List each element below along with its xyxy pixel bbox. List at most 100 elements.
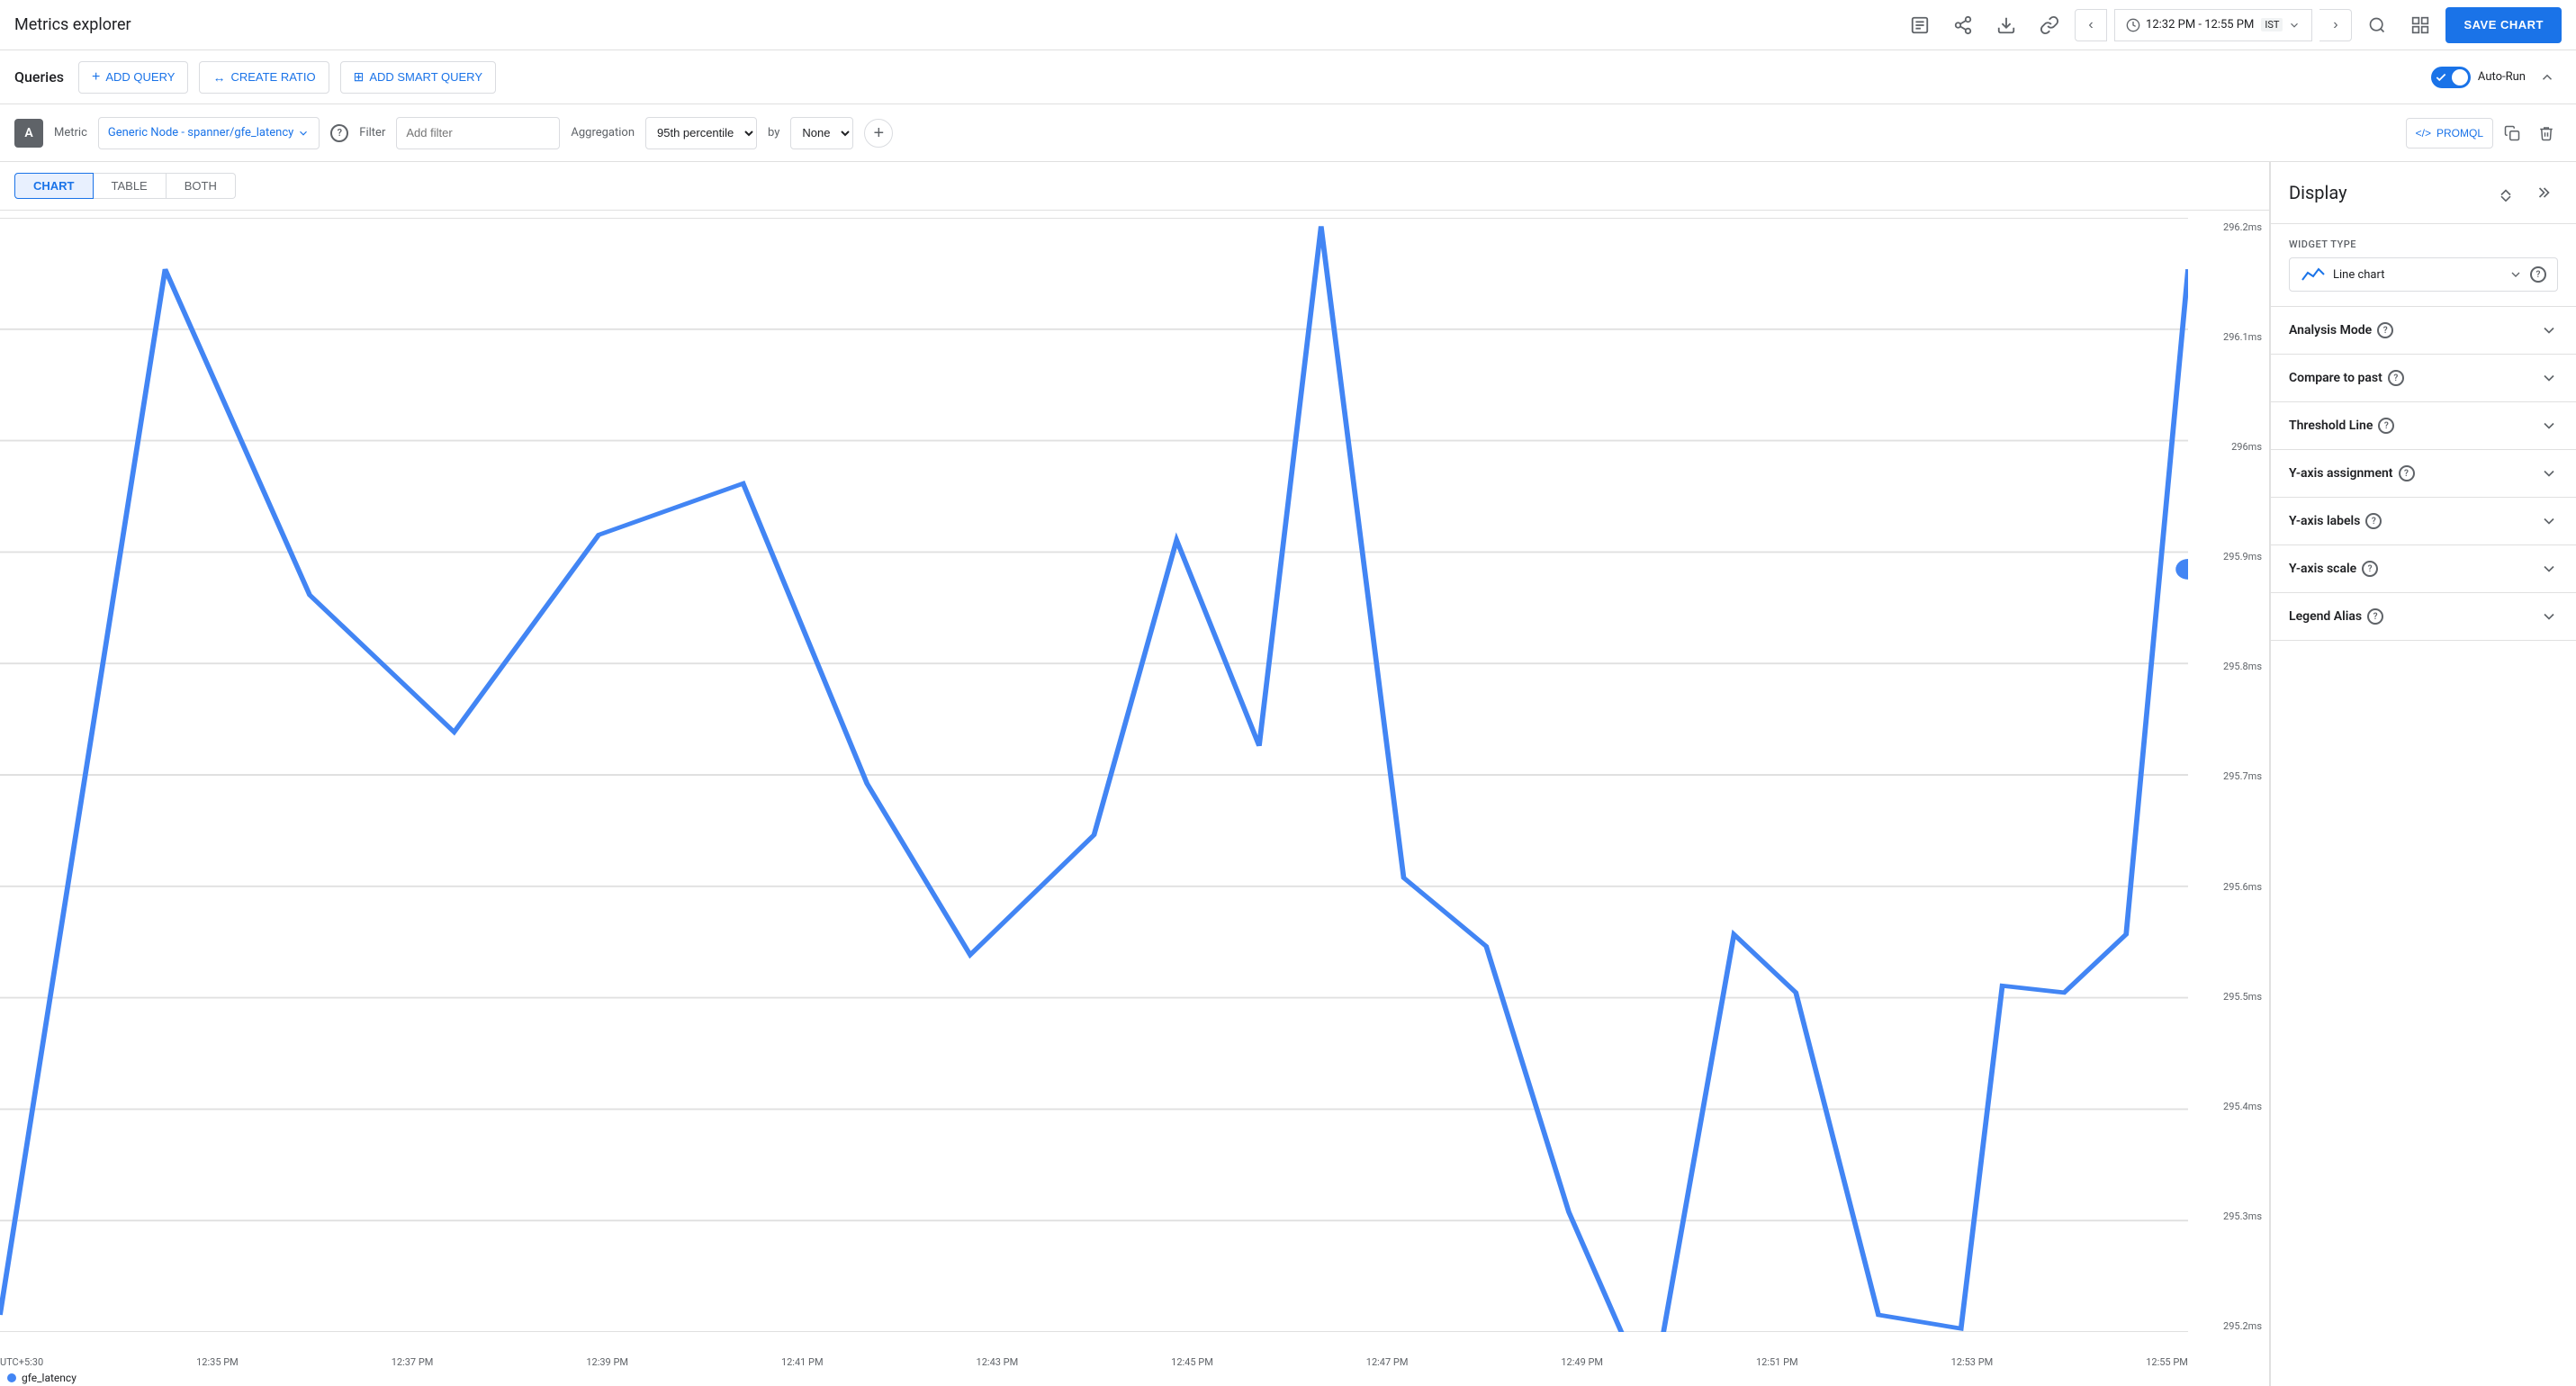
compare-to-past-help[interactable]: ?	[2388, 370, 2404, 386]
analysis-mode-title: Analysis Mode ?	[2289, 322, 2393, 338]
by-select[interactable]: None	[790, 117, 853, 149]
download-icon	[1996, 15, 2016, 35]
widget-type-select[interactable]: Line chart ?	[2289, 257, 2558, 292]
copy-icon	[2504, 125, 2520, 141]
promql-btn[interactable]: </> PROMQL	[2406, 118, 2493, 148]
x-label-6: 12:45 PM	[1171, 1356, 1213, 1368]
chart-line	[0, 227, 2188, 1332]
analysis-mode-help[interactable]: ?	[2377, 322, 2393, 338]
chevron-right-icon	[2533, 184, 2551, 202]
y-axis-scale-title: Y-axis scale ?	[2289, 561, 2378, 577]
delete-query-btn[interactable]	[2531, 118, 2562, 148]
y-axis-scale-section: Y-axis scale ?	[2271, 545, 2576, 593]
chart-wrapper: 296.2ms 296.1ms 296ms 295.9ms 295.8ms 29…	[0, 211, 2269, 1386]
compare-to-past-label: Compare to past	[2289, 371, 2382, 385]
check-icon	[2435, 71, 2447, 84]
compare-to-past-header[interactable]: Compare to past ?	[2271, 355, 2576, 401]
analysis-mode-header[interactable]: Analysis Mode ?	[2271, 307, 2576, 354]
promql-label: PROMQL	[2436, 127, 2483, 140]
y-axis-scale-help[interactable]: ?	[2362, 561, 2378, 577]
app-title: Metrics explorer	[14, 15, 131, 34]
collapse-queries-btn[interactable]	[2533, 63, 2562, 92]
widget-type-inner: Line chart	[2301, 266, 2384, 284]
create-ratio-label: CREATE RATIO	[230, 70, 315, 84]
filter-section[interactable]	[396, 117, 560, 149]
display-expand-btn[interactable]	[2490, 176, 2522, 209]
display-close-btn[interactable]	[2526, 176, 2558, 209]
legend-alias-help[interactable]: ?	[2367, 608, 2383, 625]
queries-label: Queries	[14, 68, 64, 86]
tab-both[interactable]: BOTH	[167, 173, 236, 199]
widget-help-icon[interactable]: ?	[2530, 266, 2546, 283]
add-query-btn[interactable]: + ADD QUERY	[78, 61, 188, 94]
header-actions: ‹ 12:32 PM - 12:55 PM IST › SAVE CHART	[1902, 7, 2562, 43]
y-label-4: 295.8ms	[2223, 661, 2262, 672]
share-icon-btn[interactable]	[1945, 7, 1981, 43]
compare-to-past-title: Compare to past ?	[2289, 370, 2404, 386]
add-group-btn[interactable]: +	[864, 119, 893, 148]
by-label: by	[768, 126, 779, 140]
tab-table[interactable]: TABLE	[94, 173, 167, 199]
prev-btn[interactable]: ‹	[2075, 9, 2107, 41]
add-smart-query-label: ADD SMART QUERY	[369, 70, 482, 84]
auto-run-section: Auto-Run	[2431, 63, 2562, 92]
time-range-btn[interactable]: 12:32 PM - 12:55 PM IST	[2114, 9, 2312, 41]
chart-svg-wrapper	[0, 218, 2188, 1332]
create-ratio-btn[interactable]: ↔ CREATE RATIO	[199, 61, 329, 94]
add-query-label: ADD QUERY	[105, 70, 175, 84]
x-label-2: 12:37 PM	[392, 1356, 434, 1368]
x-label-3: 12:39 PM	[586, 1356, 628, 1368]
line-chart-mini-icon	[2301, 266, 2326, 284]
aggregation-select[interactable]: 95th percentile	[645, 117, 757, 149]
aggregation-label: Aggregation	[571, 126, 635, 140]
y-axis-assignment-chevron-icon	[2540, 464, 2558, 482]
chart-area: CHART TABLE BOTH 296.2ms 296.1ms 296ms 2…	[0, 162, 2270, 1386]
auto-run-toggle[interactable]	[2431, 67, 2471, 88]
search-icon-btn[interactable]	[2359, 7, 2395, 43]
y-axis-assignment-help[interactable]: ?	[2399, 465, 2415, 482]
x-label-11: 12:55 PM	[2146, 1356, 2188, 1368]
y-label-6: 295.6ms	[2223, 881, 2262, 893]
y-axis-scale-header[interactable]: Y-axis scale ?	[2271, 545, 2576, 592]
add-icon: +	[92, 69, 100, 86]
y-axis-scale-label: Y-axis scale	[2289, 562, 2356, 576]
chart-legend: gfe_latency	[7, 1372, 77, 1384]
analysis-mode-section: Analysis Mode ?	[2271, 307, 2576, 355]
y-label-8: 295.4ms	[2223, 1101, 2262, 1112]
line-chart-svg	[0, 218, 2188, 1332]
time-dropdown-icon	[2288, 19, 2301, 32]
y-axis-labels-help[interactable]: ?	[2365, 513, 2382, 529]
y-axis-assignment-label: Y-axis assignment	[2289, 466, 2393, 481]
threshold-line-section: Threshold Line ?	[2271, 402, 2576, 450]
next-btn[interactable]: ›	[2319, 9, 2352, 41]
metric-selector[interactable]: Generic Node - spanner/gfe_latency	[98, 117, 320, 149]
timezone-badge: IST	[2261, 18, 2283, 32]
compare-to-past-section: Compare to past ?	[2271, 355, 2576, 402]
y-axis-labels-label: Y-axis labels	[2289, 514, 2360, 528]
expand-icon-btn[interactable]	[2402, 7, 2438, 43]
y-axis-labels-header[interactable]: Y-axis labels ?	[2271, 498, 2576, 544]
link-icon-btn[interactable]	[2031, 7, 2067, 43]
analysis-chevron-icon	[2540, 321, 2558, 339]
legend-alias-header[interactable]: Legend Alias ?	[2271, 593, 2576, 640]
y-axis-scale-chevron-icon	[2540, 560, 2558, 578]
filter-input[interactable]	[406, 126, 550, 140]
analysis-mode-label: Analysis Mode	[2289, 323, 2372, 338]
threshold-line-help[interactable]: ?	[2378, 418, 2394, 434]
doc-icon-btn[interactable]	[1902, 7, 1938, 43]
y-label-7: 295.5ms	[2223, 991, 2262, 1003]
threshold-line-header[interactable]: Threshold Line ?	[2271, 402, 2576, 449]
y-axis-assignment-header[interactable]: Y-axis assignment ?	[2271, 450, 2576, 497]
save-chart-btn[interactable]: SAVE CHART	[2445, 7, 2562, 43]
help-icon[interactable]: ?	[330, 124, 348, 142]
tab-chart[interactable]: CHART	[14, 173, 94, 199]
widget-type-value: Line chart	[2333, 268, 2384, 282]
add-smart-query-btn[interactable]: ⊞ ADD SMART QUERY	[340, 61, 496, 94]
widget-dropdown-icon[interactable]	[2508, 267, 2523, 282]
collapse-icon	[2539, 69, 2555, 86]
y-label-2: 296ms	[2231, 441, 2262, 453]
search-icon	[2368, 16, 2386, 34]
copy-query-btn[interactable]	[2497, 118, 2527, 148]
download-icon-btn[interactable]	[1988, 7, 2024, 43]
header: Metrics explorer ‹ 12:32 PM - 12:55 PM I…	[0, 0, 2576, 50]
